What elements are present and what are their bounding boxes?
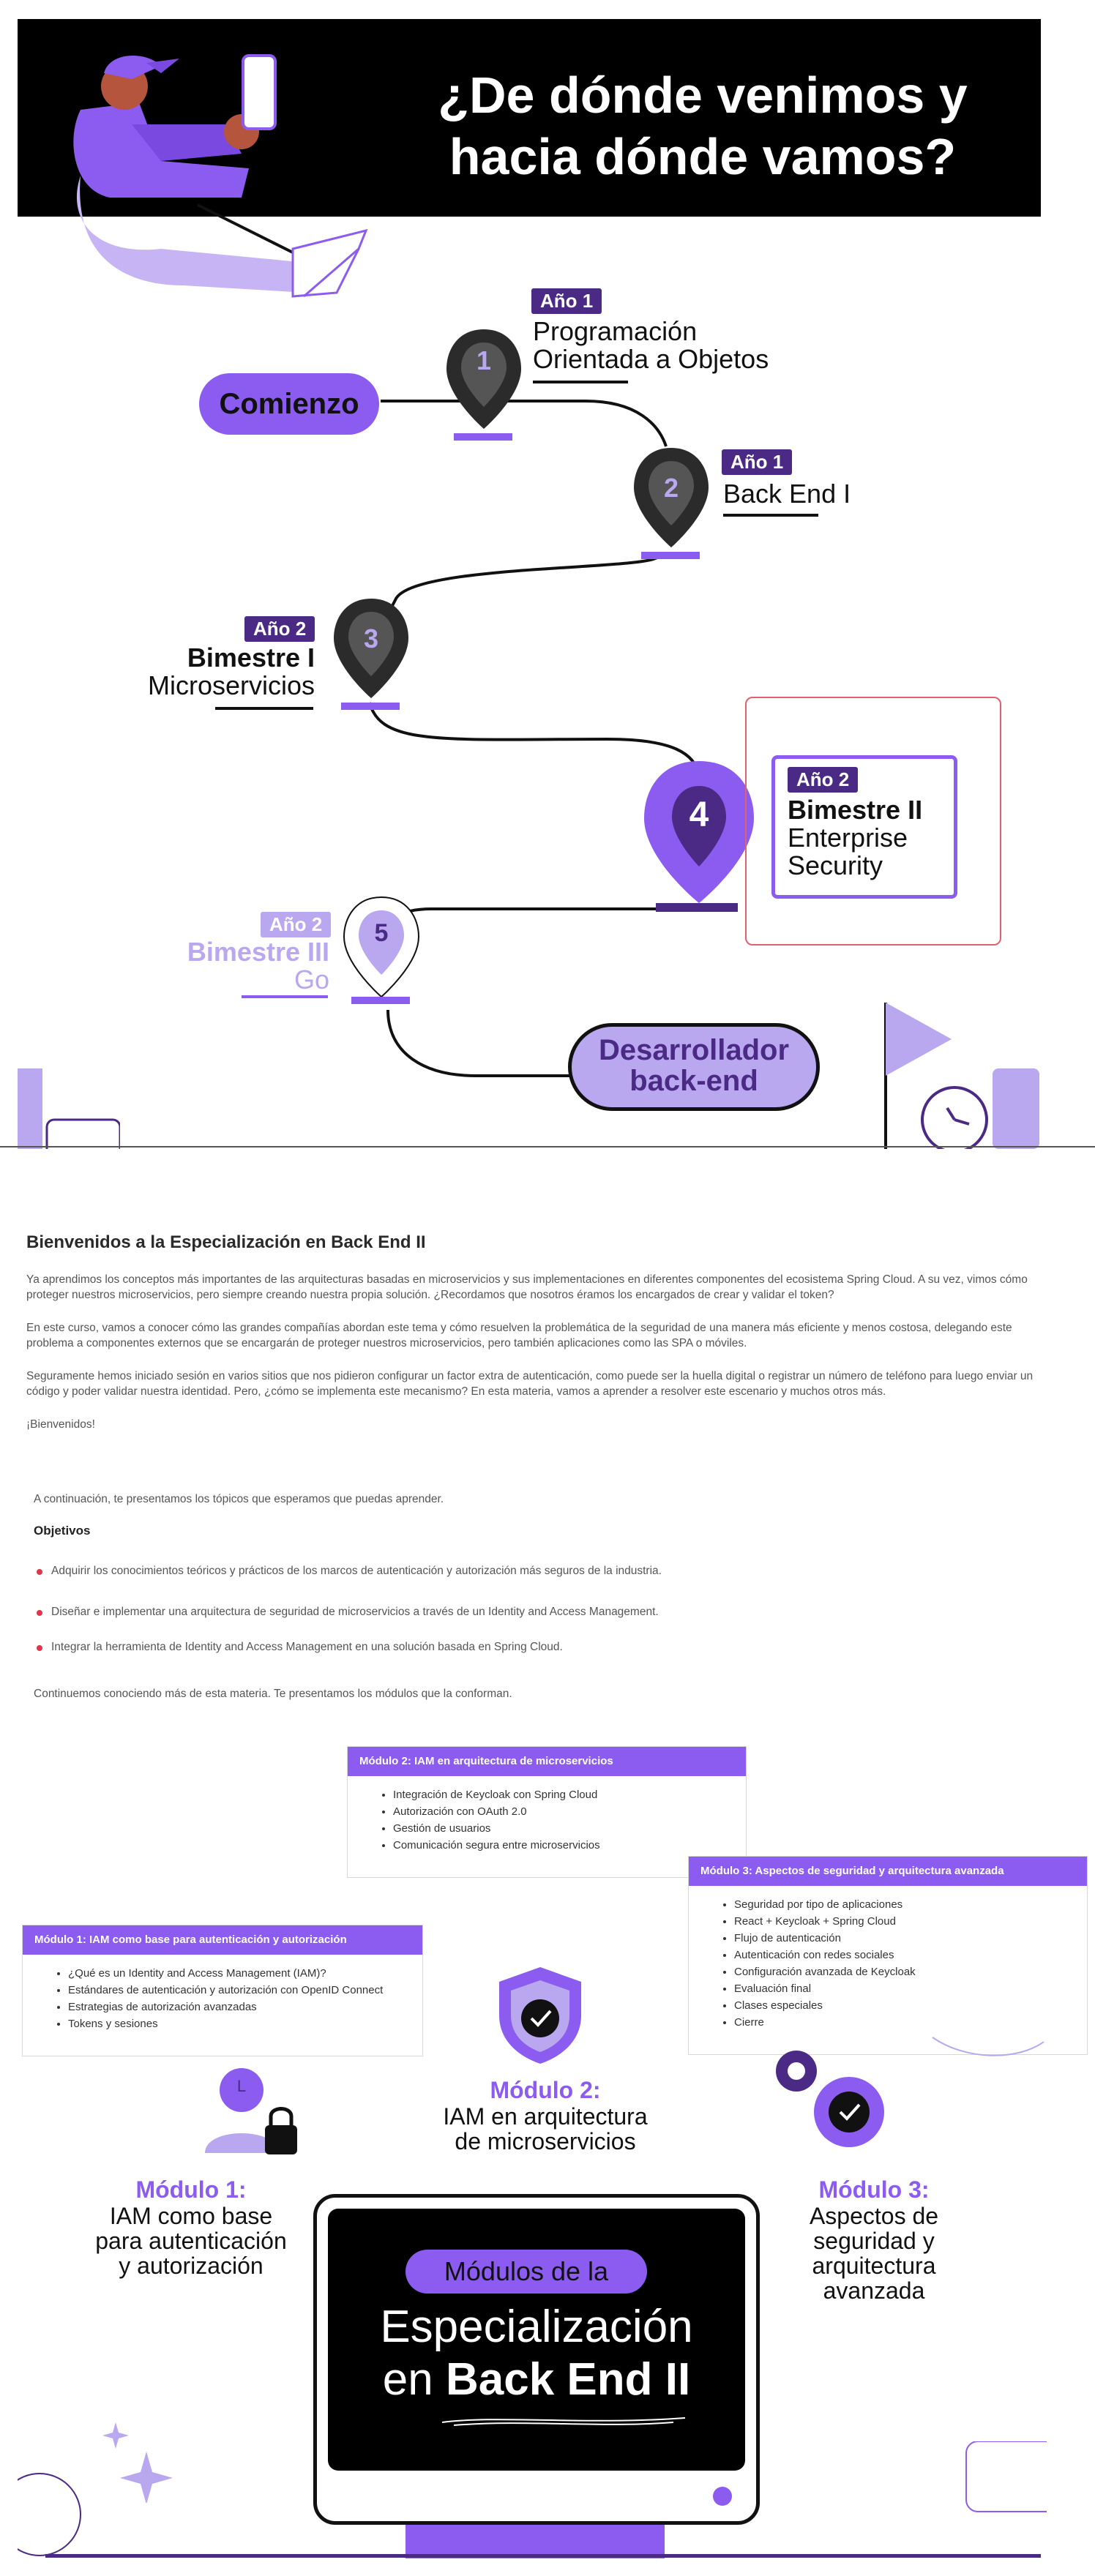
- closing-text: Continuemos conociendo más de esta mater…: [34, 1688, 512, 1700]
- map-pin-icon: [644, 761, 754, 912]
- list-item: ¿Qué es un Identity and Access Managemen…: [68, 1965, 422, 1982]
- list-item: Cierre: [734, 2014, 1087, 2031]
- intro-paragraph: Seguramente hemos iniciado sesión en var…: [26, 1370, 1034, 1398]
- flag-icon: [884, 1003, 1039, 1149]
- year-badge: Año 2: [244, 616, 315, 642]
- map-pin-icon: [634, 448, 709, 559]
- module-2-card: Módulo 2: IAM en arquitectura de microse…: [347, 1746, 747, 1878]
- year-badge: Año 2: [788, 767, 859, 793]
- list-item: Tokens y sesiones: [68, 2015, 422, 2032]
- map-pin-icon: [343, 896, 420, 1004]
- milestone-number: 2: [663, 473, 679, 503]
- year-badge: Año 1: [531, 288, 602, 314]
- module-3-card: Módulo 3: Aspectos de seguridad y arquit…: [688, 1856, 1088, 2055]
- list-item: Flujo de autenticación: [734, 1930, 1087, 1947]
- map-pin-icon: [446, 329, 521, 441]
- intro-paragraph: En este curso, vamos a conocer cómo las …: [26, 1322, 1012, 1349]
- decorative-shapes: [18, 1068, 120, 1149]
- underline: [215, 707, 313, 710]
- bullet-dot: [37, 1610, 42, 1616]
- list-item: Evaluación final: [734, 1980, 1087, 1997]
- list-item: Estrategias de autorización avanzadas: [68, 1999, 422, 2015]
- milestone-title: Bimestre II Enterprise Security: [788, 795, 923, 880]
- underline: [242, 995, 328, 998]
- milestone-title: Back End I: [723, 479, 851, 509]
- milestone-title: Bimestre III Go: [187, 937, 329, 995]
- topics-lead: A continuación, te presentamos los tópic…: [34, 1493, 444, 1505]
- bullet-dot: [37, 1645, 42, 1651]
- objective-item: Diseñar e implementar una arquitectura d…: [51, 1606, 659, 1618]
- person-with-phone-illustration: [73, 54, 368, 298]
- start-label: Comienzo: [219, 388, 359, 420]
- intro-paragraph: Ya aprendimos los conceptos más importan…: [26, 1273, 1028, 1301]
- decorative-arc: [932, 2037, 1044, 2056]
- module-3-header: Módulo 3: Aspectos de seguridad y arquit…: [689, 1857, 1087, 1886]
- milestone-number: 5: [374, 919, 389, 947]
- map-pin-icon: [334, 599, 408, 710]
- list-item: Integración de Keycloak con Spring Cloud: [393, 1786, 746, 1803]
- module-2-label: Módulo 2: IAM en arquitectura de microse…: [443, 2077, 648, 2154]
- gear-check-icon: [776, 2051, 884, 2147]
- decorative-shape: [965, 2441, 1047, 2512]
- milestone-title: Programación Orientada a Objetos: [533, 316, 769, 374]
- list-item: Comunicación segura entre microservicios: [393, 1837, 746, 1854]
- screen-pill-text: Módulos de la: [444, 2256, 609, 2286]
- decorative-circle: [18, 2473, 81, 2556]
- end-label: Desarrollador back-end: [598, 1034, 790, 1097]
- module-1-card: Módulo 1: IAM como base para autenticaci…: [22, 1925, 423, 2056]
- module-1-label: Módulo 1: IAM como base para autenticaci…: [95, 2176, 287, 2279]
- bullet-dot: [37, 1569, 42, 1575]
- list-item: Gestión de usuarios: [393, 1820, 746, 1837]
- divider: [0, 1146, 1095, 1147]
- bottom-rule: [45, 2554, 1041, 2558]
- power-button: [713, 2487, 732, 2506]
- list-item: React + Keycloak + Spring Cloud: [734, 1913, 1087, 1930]
- module-2-header: Módulo 2: IAM en arquitectura de microse…: [348, 1747, 746, 1776]
- objectives-title: Objetivos: [34, 1524, 91, 1538]
- underline: [723, 514, 818, 517]
- underline: [533, 381, 628, 383]
- screen-title: Especialización en Back End II: [380, 2302, 693, 2405]
- year-badge: Año 1: [722, 449, 793, 475]
- objective-item: Integrar la herramienta de Identity and …: [51, 1641, 563, 1653]
- list-item: Estándares de autenticación y autorizaci…: [68, 1982, 422, 1999]
- avatar: L: [236, 2077, 247, 2095]
- list-item: Autorización con OAuth 2.0: [393, 1803, 746, 1820]
- list-item: Seguridad por tipo de aplicaciones: [734, 1896, 1087, 1913]
- intro-title: Bienvenidos a la Especialización en Back…: [26, 1232, 426, 1252]
- milestone-number: 4: [689, 795, 709, 834]
- list-item: Clases especiales: [734, 1997, 1087, 2014]
- year-badge: Año 2: [261, 912, 332, 937]
- scribble-underline: [441, 2417, 686, 2426]
- page-title: ¿De dónde venimos y hacia dónde vamos?: [438, 67, 968, 185]
- milestone-number: 3: [363, 624, 379, 654]
- shield-check-icon: [499, 1967, 581, 2064]
- objective-item: Adquirir los conocimientos teóricos y pr…: [51, 1565, 662, 1577]
- module-3-label: Módulo 3: Aspectos de seguridad y arquit…: [809, 2176, 939, 2304]
- module-1-header: Módulo 1: IAM como base para autenticaci…: [23, 1925, 422, 1955]
- list-item: Configuración avanzada de Keycloak: [734, 1963, 1087, 1980]
- list-item: Autenticación con redes sociales: [734, 1947, 1087, 1963]
- milestone-number: 1: [476, 345, 492, 375]
- sparkle-icon: [102, 2422, 173, 2503]
- milestone-title: Bimestre I Microservicios: [147, 643, 315, 700]
- intro-paragraph: ¡Bienvenidos!: [26, 1418, 95, 1431]
